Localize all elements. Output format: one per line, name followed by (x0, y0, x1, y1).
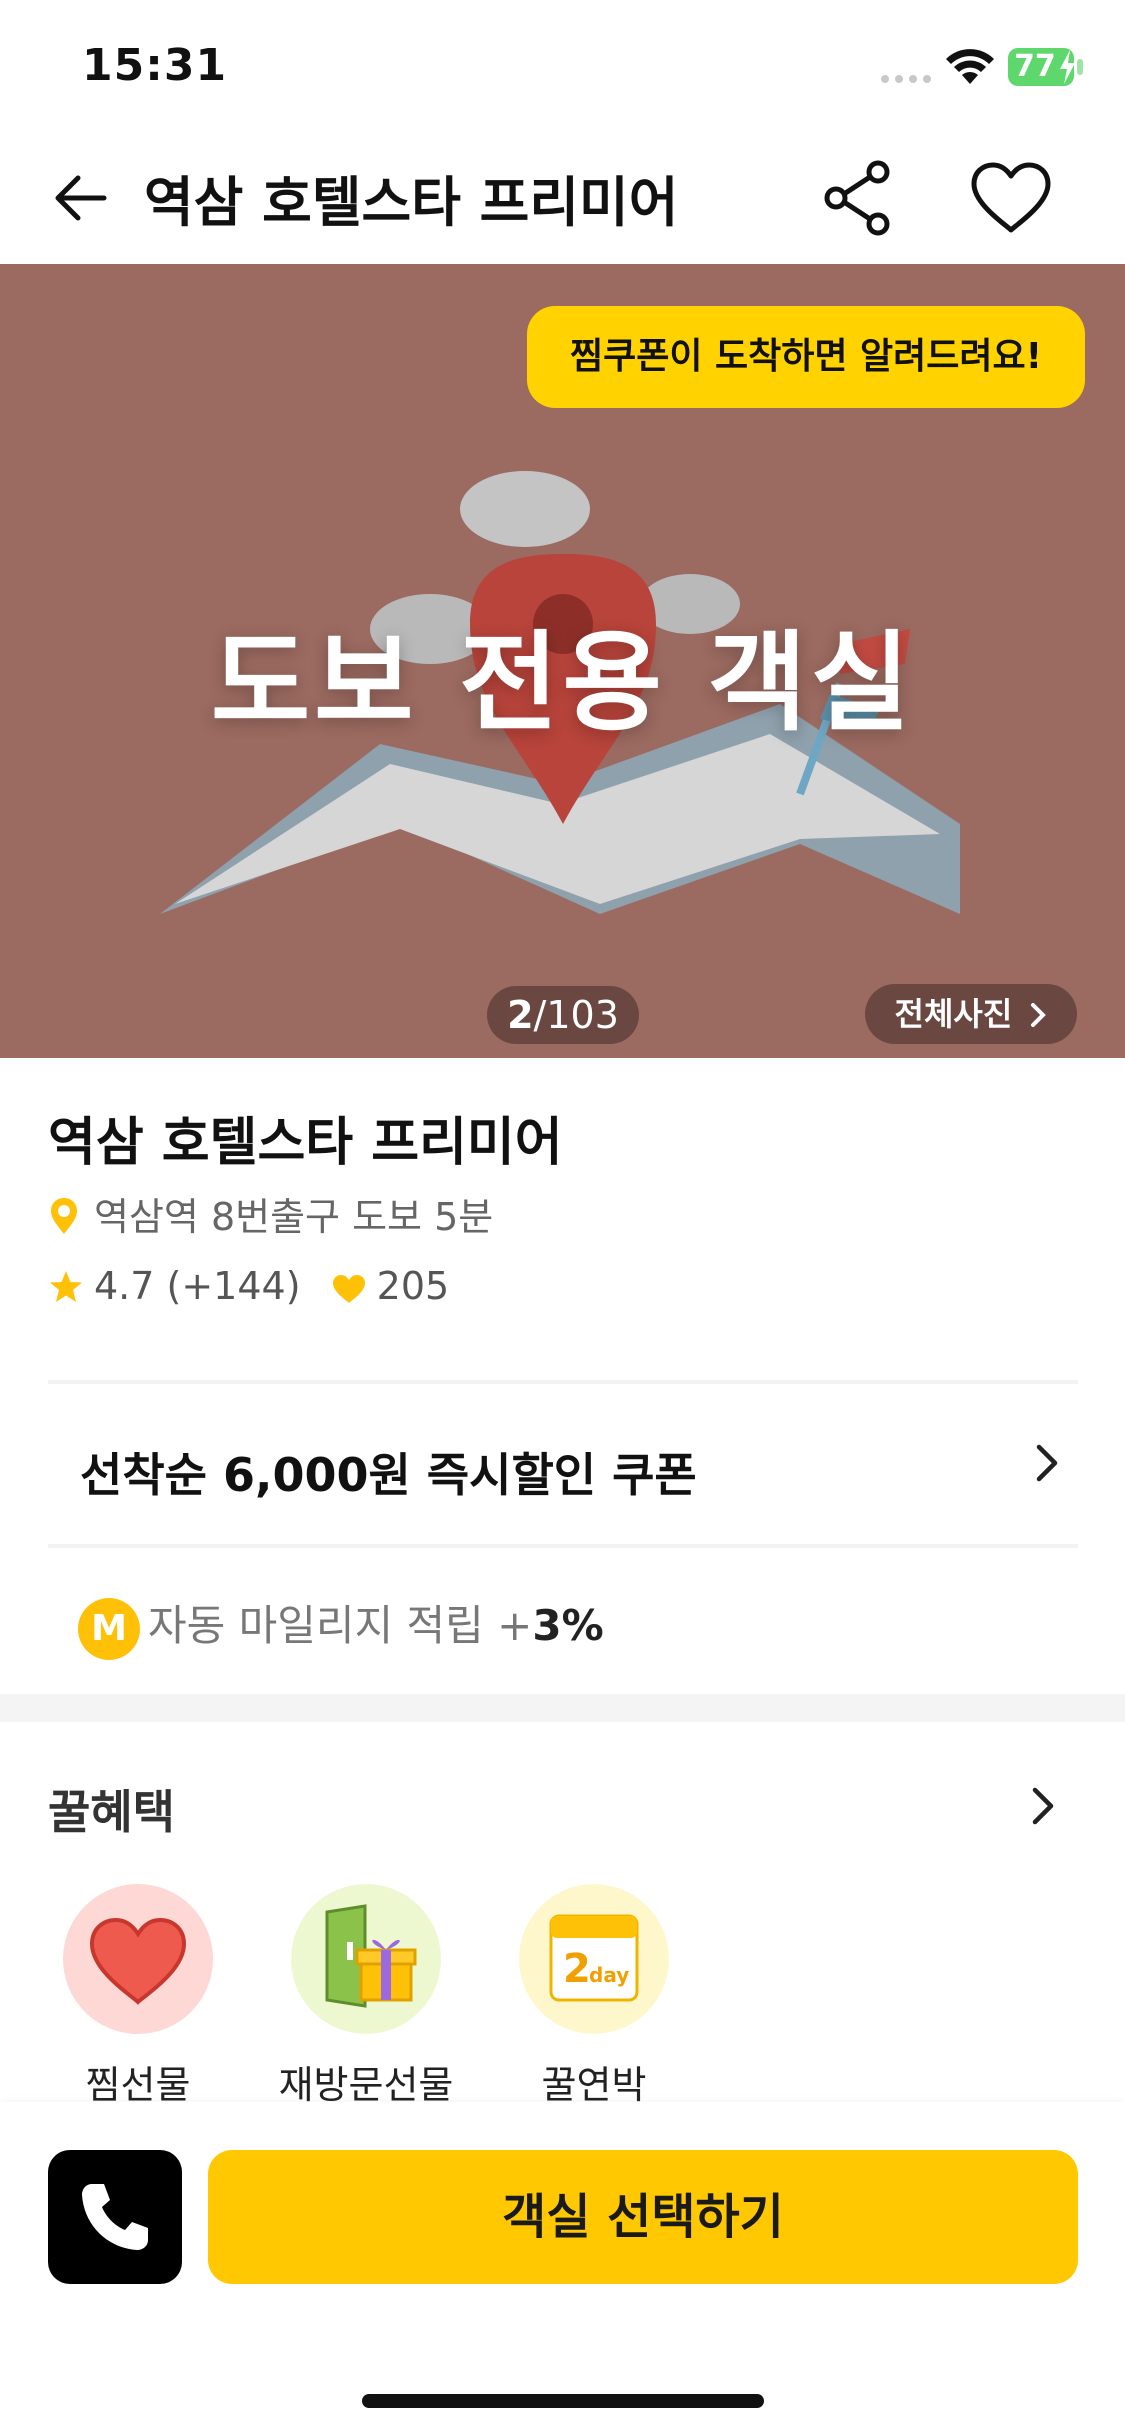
divider (48, 1380, 1078, 1384)
location-pin-icon (51, 1198, 77, 1234)
benefit-label: 재방문선물 (278, 2063, 454, 2107)
bottom-action-bar: 객실 선택하기 (0, 2102, 1125, 2436)
calendar-text: day (589, 1963, 629, 1987)
photo-counter: 2/103 (487, 986, 639, 1044)
divider (48, 1544, 1078, 1548)
heart-filled-icon (332, 1275, 365, 1303)
chevron-right-icon[interactable] (1030, 1786, 1056, 1826)
rating-value: 4.7 (+144) (94, 1264, 301, 1308)
all-photos-label: 전체사진 (894, 995, 1013, 1033)
star-icon (50, 1271, 82, 1302)
mileage-value: 3% (532, 1601, 604, 1650)
photo-carousel[interactable]: 찜쿠폰이 도착하면 알려드려요! 도보 전용 객실 2/103 전체사진 (0, 264, 1125, 1058)
battery-icon: 77 (1008, 48, 1075, 86)
benefits-title: 꿀혜택 (48, 1785, 175, 1839)
calendar-number: 2 (563, 1946, 591, 1992)
benefit-icon-circle (63, 1884, 213, 2034)
mileage-badge-icon: M (78, 1597, 140, 1660)
benefit-icon-circle (291, 1884, 441, 2034)
phone-icon (82, 2184, 148, 2250)
coupon-row[interactable]: 선착순 6,000원 즉시할인 쿠폰 (48, 1387, 1078, 1541)
likes-count: 205 (376, 1264, 450, 1308)
all-photos-button[interactable]: 전체사진 (865, 984, 1077, 1044)
battery-level: 77 (1014, 49, 1056, 84)
hotel-name: 역삼 호텔스타 프리미어 (48, 1113, 563, 1173)
cellular-icon (881, 75, 931, 83)
mileage-label: 자동 마일리지 적립 + (148, 1601, 533, 1650)
benefit-label: 꿀연박 (541, 2063, 647, 2107)
top-header: 역삼 호텔스타 프리미어 (0, 132, 1125, 264)
coupon-alert-banner[interactable]: 찜쿠폰이 도착하면 알려드려요! (527, 306, 1085, 408)
page-title: 역삼 호텔스타 프리미어 (144, 171, 679, 234)
photo-counter-total: /103 (533, 993, 619, 1037)
benefit-wish-gift[interactable]: 찜선물 (63, 1884, 213, 2107)
section-separator (0, 1694, 1125, 1722)
photo-counter-current: 2 (507, 993, 534, 1037)
benefit-revisit-gift[interactable]: 재방문선물 (279, 1884, 453, 2107)
benefit-label: 찜선물 (85, 2063, 191, 2107)
battery-nub (1077, 59, 1083, 75)
home-indicator (362, 2394, 764, 2408)
charging-bolt-icon (1060, 50, 1075, 84)
status-bar: 15:31 77 (0, 0, 1125, 132)
location-row: 역삼역 8번출구 도보 5분 (48, 1186, 493, 1241)
benefit-icon-circle: 2 day (519, 1884, 669, 2034)
photo-caption: 도보 전용 객실 (210, 621, 915, 746)
status-time: 15:31 (82, 40, 228, 91)
rating-row: 4.7 (+144) 205 (48, 1264, 449, 1308)
chevron-right-icon (1031, 1003, 1047, 1027)
calendar-icon: 2 day (549, 1914, 639, 2002)
share-icon[interactable] (820, 160, 896, 236)
wifi-icon (946, 49, 994, 84)
heart-gift-icon (89, 1917, 187, 2005)
select-room-button[interactable]: 객실 선택하기 (208, 2150, 1078, 2284)
chevron-right-icon (1036, 1444, 1058, 1482)
mileage-row: M 자동 마일리지 적립 +3% (78, 1592, 604, 1660)
benefit-long-stay[interactable]: 2 day 꿀연박 (519, 1884, 669, 2107)
location-text: 역삼역 8번출구 도보 5분 (94, 1195, 494, 1239)
call-button[interactable] (48, 2150, 182, 2284)
door-gift-icon (325, 1904, 417, 2008)
coupon-label: 선착순 6,000원 즉시할인 쿠폰 (80, 1448, 697, 1502)
back-arrow-icon[interactable] (52, 174, 108, 222)
favorite-heart-icon[interactable] (970, 162, 1052, 234)
